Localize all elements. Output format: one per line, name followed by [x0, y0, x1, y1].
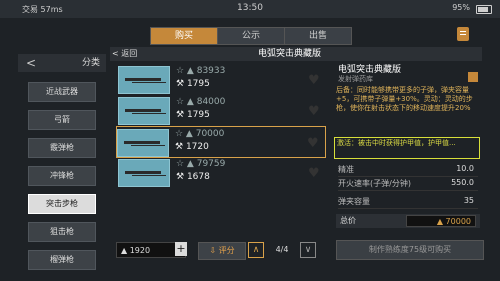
sidebar-item-sniper[interactable]: 狙击枪	[28, 222, 96, 242]
old-price: ☆ ▲ 79759	[176, 159, 226, 169]
back-label: 返回	[121, 49, 138, 58]
buy-button[interactable]: 制作熟练度75级可购买	[336, 240, 484, 260]
weapon-thumbnail	[118, 66, 170, 94]
heart-icon[interactable]: ♥	[308, 105, 320, 118]
weapon-thumbnail	[118, 97, 170, 125]
sidebar-title: 分类	[81, 58, 100, 68]
back-button[interactable]: < 返回	[112, 47, 137, 61]
sidebar-item-smg[interactable]: 冲锋枪	[28, 166, 96, 186]
sidebar-item-grenade[interactable]: 榴弹枪	[28, 250, 96, 270]
status-bar: 交易 57ms 13:50 95%	[0, 0, 500, 18]
total-value: ▲ 70000	[406, 215, 476, 227]
page-title: 电弧突击典藏版	[258, 49, 322, 59]
chevron-left-icon[interactable]: <	[26, 54, 36, 72]
total-label: 总价	[340, 216, 356, 225]
list-toolbar: ▲ 1920 + ⇩ 评分 ∧ 4/4 ∨	[112, 240, 327, 260]
sidebar-item-assault-rifle[interactable]: 突击步枪	[28, 194, 96, 214]
stat-row: 精准 10.0	[338, 164, 478, 177]
weapon-thumbnail	[118, 159, 170, 187]
listing-price: ⚒ 1795	[176, 110, 210, 120]
document-icon[interactable]	[457, 27, 469, 41]
battery-icon	[476, 5, 492, 14]
listing-price: ⚒ 1678	[176, 172, 210, 182]
heart-icon[interactable]: ♥	[308, 74, 320, 87]
weapon-thumbnail	[117, 129, 169, 157]
total-price-row: 总价 ▲ 70000	[336, 214, 480, 228]
detail-subtitle: 发射弹药库	[338, 75, 373, 83]
tab-notice[interactable]: 公示	[218, 28, 285, 44]
listing-row-selected[interactable]: ☆ ▲ 70000 ⚒ 1720 ♥	[116, 126, 326, 158]
add-currency-button[interactable]: +	[175, 242, 187, 256]
sidebar-item-melee[interactable]: 近战武器	[28, 82, 96, 102]
page-up-button[interactable]: ∧	[248, 242, 264, 258]
sidebar-header[interactable]: < 分类	[18, 54, 106, 72]
page-indicator: 4/4	[275, 245, 289, 254]
top-tabs: 购买 公示 出售	[150, 27, 352, 45]
old-price: ☆ ▲ 84000	[176, 97, 226, 107]
old-price: ☆ ▲ 83933	[176, 66, 226, 76]
sidebar-item-shotgun[interactable]: 霰弹枪	[28, 138, 96, 158]
status-time: 13:50	[237, 3, 263, 13]
listing-price: ⚒ 1795	[176, 79, 210, 89]
heart-icon[interactable]: ♥	[307, 137, 319, 150]
listing-list: ☆ ▲ 83933 ⚒ 1795 ♥ ☆ ▲ 84000 ⚒ 1795 ♥ ☆ …	[112, 62, 327, 238]
stat-row: 开火速率(子弹/分钟) 550.0	[338, 178, 478, 191]
tab-sell[interactable]: 出售	[285, 28, 351, 44]
tab-buy[interactable]: 购买	[151, 28, 218, 44]
detail-description: 后备：同时能够携带更多的子弹，弹夹容量+5，可携带子弹量+30%。灵动：灵动的步…	[336, 86, 473, 112]
detail-panel: 电弧突击典藏版 发射弹药库 后备：同时能够携带更多的子弹，弹夹容量+5，可携带子…	[334, 62, 482, 238]
listing-row[interactable]: ☆ ▲ 79759 ⚒ 1678 ♥	[118, 157, 324, 187]
old-price: ☆ ▲ 70000	[175, 129, 225, 139]
page-down-button[interactable]: ∨	[300, 242, 316, 258]
rating-sort-button[interactable]: ⇩ 评分	[198, 242, 246, 260]
sidebar-item-bow[interactable]: 弓箭	[28, 110, 96, 130]
heart-icon[interactable]: ♥	[308, 167, 320, 180]
detail-highlight: 激活：被击中时获得护甲值，护甲值...	[334, 137, 480, 159]
listing-price: ⚒ 1720	[175, 142, 209, 152]
listing-row[interactable]: ☆ ▲ 83933 ⚒ 1795 ♥	[118, 64, 324, 94]
lock-icon	[468, 72, 478, 82]
status-battery: 95%	[452, 3, 470, 12]
stat-row: 弹夹容量 35	[338, 196, 478, 209]
listing-row[interactable]: ☆ ▲ 84000 ⚒ 1795 ♥	[118, 95, 324, 125]
